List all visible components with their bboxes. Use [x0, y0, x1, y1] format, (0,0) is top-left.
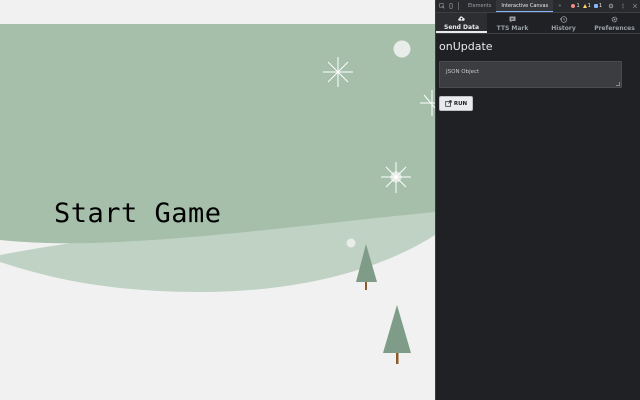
tab-history[interactable]: History — [538, 13, 589, 33]
devtools-toolbar: Elements Interactive Canvas » 1 1 1 — [436, 0, 640, 13]
snow-orb — [346, 238, 356, 248]
error-count-badge[interactable]: 1 — [571, 3, 580, 9]
devtools-panel: Elements Interactive Canvas » 1 1 1 Send… — [435, 0, 640, 400]
toolbar-status: 1 1 1 — [571, 0, 638, 12]
send-data-panel: onUpdate JSON Object RUN — [436, 34, 640, 111]
tab-interactive-canvas[interactable]: Interactive Canvas — [496, 0, 554, 12]
snow-orb — [393, 40, 411, 58]
event-title: onUpdate — [439, 40, 493, 53]
info-icon — [593, 4, 598, 8]
info-count-badge[interactable]: 1 — [593, 3, 602, 9]
game-canvas[interactable]: Start Game — [0, 0, 435, 400]
json-object-placeholder: JSON Object — [446, 69, 480, 75]
inspect-element-icon[interactable] — [439, 3, 445, 9]
gear-icon[interactable] — [608, 3, 614, 9]
comment-icon — [509, 16, 516, 22]
tab-history-label: History — [551, 24, 576, 32]
tab-elements[interactable]: Elements — [463, 0, 496, 12]
warning-icon — [582, 4, 587, 8]
tab-send-data-label: Send Data — [444, 23, 479, 31]
toolbar-divider — [458, 2, 459, 10]
start-game-button[interactable]: Start Game — [54, 198, 222, 229]
tab-tts-mark-label: TTS Mark — [496, 24, 529, 32]
gear-icon — [611, 16, 618, 22]
device-toggle-icon[interactable] — [448, 3, 454, 9]
info-count: 1 — [598, 3, 602, 9]
extension-tabs: Send Data TTS Mark History Preferences — [436, 13, 640, 34]
json-object-input[interactable]: JSON Object — [439, 61, 622, 88]
cloud-upload-icon — [458, 15, 465, 21]
history-icon — [559, 15, 568, 23]
resize-handle-icon[interactable] — [616, 82, 620, 86]
close-icon[interactable] — [632, 3, 638, 9]
warning-count: 1 — [587, 3, 591, 9]
warning-count-badge[interactable]: 1 — [582, 3, 591, 9]
more-tabs-button[interactable]: » — [553, 0, 566, 12]
kebab-menu-icon[interactable] — [620, 3, 626, 9]
error-icon — [571, 4, 576, 8]
open-external-icon — [445, 100, 452, 107]
run-button[interactable]: RUN — [439, 96, 473, 111]
run-button-label: RUN — [453, 100, 468, 107]
tab-preferences[interactable]: Preferences — [589, 13, 640, 33]
tab-send-data[interactable]: Send Data — [436, 13, 487, 33]
tab-preferences-label: Preferences — [594, 24, 635, 32]
error-count: 1 — [576, 3, 580, 9]
tab-tts-mark[interactable]: TTS Mark — [487, 13, 538, 33]
